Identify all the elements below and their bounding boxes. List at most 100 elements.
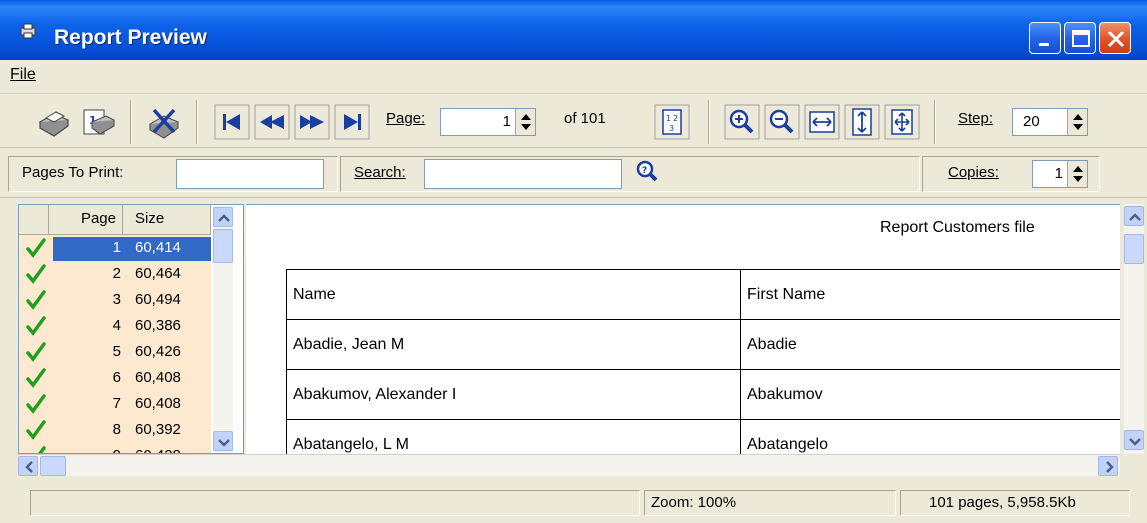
report-title: Report Customers file bbox=[880, 219, 1035, 236]
spin-arrows-icon bbox=[1073, 114, 1083, 130]
menu-file[interactable]: File bbox=[10, 66, 36, 84]
checkmark-icon[interactable] bbox=[25, 237, 47, 259]
status-bar: Zoom: 100% 101 pages, 5,958.5Kb bbox=[0, 482, 1147, 523]
search-label: Search: bbox=[354, 164, 406, 181]
scroll-down-button[interactable] bbox=[213, 431, 233, 451]
search-input[interactable] bbox=[424, 159, 622, 189]
list-item[interactable]: 3 60,494 bbox=[19, 287, 211, 313]
list-item[interactable]: 5 60,426 bbox=[19, 339, 211, 365]
title-bar[interactable]: Report Preview bbox=[0, 0, 1147, 60]
list-item[interactable]: 6 60,408 bbox=[19, 365, 211, 391]
pages-to-print-input[interactable] bbox=[176, 159, 324, 189]
search-icon[interactable]: ? bbox=[634, 158, 660, 184]
table-row: Abatangelo, L M Abatangelo bbox=[286, 419, 1120, 454]
copies-spin-arrows[interactable] bbox=[1067, 161, 1087, 187]
page-list-scrollbar[interactable] bbox=[213, 205, 233, 453]
page-size: 60,494 bbox=[135, 291, 181, 308]
page-size: 60,428 bbox=[127, 447, 211, 453]
list-item[interactable]: 9 60,428 bbox=[19, 443, 211, 454]
svg-text:2: 2 bbox=[673, 114, 678, 123]
page-count-label: of 101 bbox=[564, 110, 606, 127]
fit-height-icon[interactable] bbox=[844, 104, 880, 140]
spin-arrows-icon bbox=[521, 114, 531, 130]
list-item[interactable]: 7 60,408 bbox=[19, 391, 211, 417]
copies-spinner[interactable]: 1 bbox=[1032, 160, 1088, 188]
column-header: First Name bbox=[740, 269, 1120, 320]
close-report-icon[interactable] bbox=[144, 102, 184, 142]
page-label: Page: bbox=[386, 110, 426, 127]
minimize-button[interactable] bbox=[1029, 22, 1061, 54]
print-setup-icon[interactable]: 1 bbox=[78, 102, 118, 142]
table-cell: Abatangelo, L M bbox=[286, 419, 741, 454]
printer-icon[interactable] bbox=[34, 102, 74, 142]
maximize-button[interactable] bbox=[1064, 22, 1096, 54]
scroll-up-button[interactable] bbox=[213, 207, 233, 227]
report-preview[interactable]: Report Customers file Name First Name Abad… bbox=[246, 204, 1120, 454]
checkmark-icon[interactable] bbox=[25, 341, 47, 363]
page-number: 5 bbox=[112, 343, 121, 360]
step-spinner[interactable]: 20 bbox=[1012, 108, 1088, 136]
table-cell: Abadie bbox=[740, 319, 1120, 370]
page-spin-arrows[interactable] bbox=[515, 109, 535, 135]
list-item[interactable]: 2 60,464 bbox=[19, 261, 211, 287]
status-summary: 101 pages, 5,958.5Kb bbox=[900, 490, 1130, 516]
next-page-icon[interactable] bbox=[294, 104, 330, 140]
list-item[interactable]: 8 60,392 bbox=[19, 417, 211, 443]
zoom-out-icon[interactable] bbox=[764, 104, 800, 140]
report-vertical-scrollbar[interactable] bbox=[1124, 204, 1144, 454]
checkmark-icon[interactable] bbox=[25, 289, 47, 311]
zoom-in-icon[interactable] bbox=[724, 104, 760, 140]
scroll-right-button[interactable] bbox=[1098, 456, 1118, 476]
last-page-icon[interactable] bbox=[334, 104, 370, 140]
minimize-icon bbox=[1039, 43, 1049, 46]
list-item[interactable]: 1 60,414 bbox=[19, 235, 211, 261]
page-column-header[interactable]: Page bbox=[49, 205, 123, 235]
previous-page-icon[interactable] bbox=[254, 104, 290, 140]
page-number: 4 bbox=[112, 317, 121, 334]
multi-page-icon[interactable]: 1 2 3 bbox=[654, 104, 690, 140]
table-cell: Abakumov bbox=[740, 369, 1120, 420]
chevron-up-icon bbox=[1129, 213, 1141, 221]
checkmark-icon[interactable] bbox=[25, 393, 47, 415]
scroll-up-button[interactable] bbox=[1124, 206, 1144, 226]
toolbar-separator bbox=[934, 100, 936, 144]
toolbar-separator bbox=[130, 100, 132, 144]
scroll-down-button[interactable] bbox=[1124, 430, 1144, 450]
fit-page-icon[interactable] bbox=[884, 104, 920, 140]
checkmark-icon[interactable] bbox=[25, 419, 47, 441]
table-row: Abadie, Jean M Abadie bbox=[286, 319, 1120, 370]
page-value: 1 bbox=[502, 113, 511, 130]
close-button[interactable] bbox=[1099, 22, 1131, 54]
step-spin-arrows[interactable] bbox=[1067, 109, 1087, 135]
scroll-thumb[interactable] bbox=[1124, 234, 1144, 264]
step-value: 20 bbox=[1023, 113, 1040, 130]
horizontal-scrollbar[interactable] bbox=[18, 454, 1120, 476]
table-row: Abakumov, Alexander I Abakumov bbox=[286, 369, 1120, 420]
toolbar-separator bbox=[196, 100, 198, 144]
svg-text:1: 1 bbox=[666, 114, 671, 123]
toolbar-separator bbox=[708, 100, 710, 144]
page-number: 8 bbox=[112, 421, 121, 438]
chevron-up-icon bbox=[218, 214, 230, 222]
spin-arrows-icon bbox=[1073, 166, 1083, 182]
size-column-header[interactable]: Size bbox=[123, 205, 211, 235]
page-size: 60,386 bbox=[135, 317, 181, 334]
scroll-left-button[interactable] bbox=[18, 456, 38, 476]
scroll-thumb[interactable] bbox=[40, 456, 66, 476]
page-number: 7 bbox=[112, 395, 121, 412]
copies-label: Copies: bbox=[948, 164, 999, 181]
window-title: Report Preview bbox=[54, 26, 207, 49]
fit-width-icon[interactable] bbox=[804, 104, 840, 140]
table-cell: Abatangelo bbox=[740, 419, 1120, 454]
scroll-thumb[interactable] bbox=[213, 229, 233, 263]
checkmark-icon[interactable] bbox=[25, 445, 47, 454]
list-item[interactable]: 4 60,386 bbox=[19, 313, 211, 339]
checkmark-icon[interactable] bbox=[25, 263, 47, 285]
checkmark-icon[interactable] bbox=[25, 367, 47, 389]
page-size: 60,464 bbox=[135, 265, 181, 282]
status-message bbox=[30, 490, 640, 516]
page-list[interactable]: Page Size 1 60,414 2 60,464 3 60,494 4 60,386 5 6… bbox=[18, 204, 244, 454]
checkmark-icon[interactable] bbox=[25, 315, 47, 337]
first-page-icon[interactable] bbox=[214, 104, 250, 140]
page-spinner[interactable]: 1 bbox=[440, 108, 536, 136]
